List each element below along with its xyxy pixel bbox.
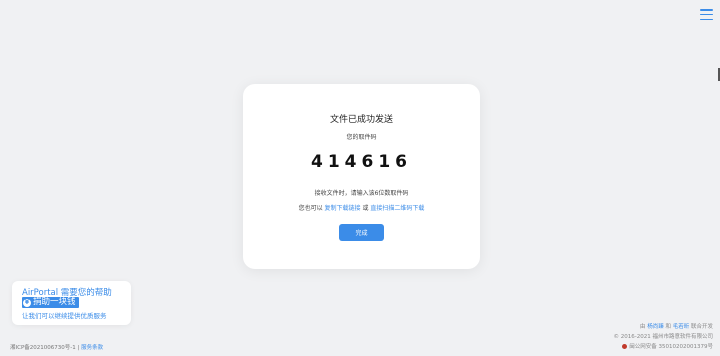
donate-label: 捐助一块钱 — [33, 297, 76, 307]
donate-button[interactable]: ¥ 捐助一块钱 — [22, 297, 79, 308]
author-link-2[interactable]: 毛若昕 — [673, 324, 690, 330]
author-link-1[interactable]: 杨尚臻 — [647, 324, 664, 330]
copy-download-link[interactable]: 复制下载链接 — [325, 205, 361, 212]
police-badge-icon — [622, 344, 628, 349]
footer-right: 由 杨尚臻 和 毛若昕 联合开发 © 2016-2021 福州市路意软件有限公司… — [614, 322, 713, 352]
menu-bar — [700, 18, 713, 20]
footer-separator: | — [77, 345, 80, 351]
code-hint: 接收文件时，请输入该6位数取件码 — [314, 190, 409, 197]
card-title: 文件已成功发送 — [329, 115, 393, 125]
menu-bar — [700, 13, 713, 16]
links-prefix: 您也可以 — [298, 205, 323, 212]
qr-download-link[interactable]: 直接扫描二维码下载 — [370, 205, 424, 212]
credits-joint: 联合开发 — [690, 324, 713, 330]
icp-number: 湘ICP备2021006730号-1 — [10, 345, 76, 351]
police-record: 闽公网安备 35010202001379号 — [614, 342, 713, 352]
donation-banner: AirPortal 需要您的帮助 ¥ 捐助一块钱 让我们可以继续提供优质服务 — [12, 281, 131, 325]
or-text: 或 — [362, 205, 369, 212]
terms-link[interactable]: 服务条款 — [81, 345, 103, 351]
menu-bar — [700, 9, 713, 11]
pickup-code: 414616 — [311, 152, 412, 172]
download-options: 您也可以 复制下载链接 或 直接扫描二维码下载 — [243, 203, 480, 212]
send-success-card: 文件已成功发送 您的取件码 414616 接收文件时，请输入该6位数取件码 您也… — [243, 84, 480, 269]
help-subtitle: 让我们可以继续提供优质服务 — [22, 312, 107, 320]
credits-and: 和 — [665, 324, 671, 330]
yen-coin-icon: ¥ — [23, 298, 31, 307]
hamburger-menu-icon[interactable] — [700, 9, 713, 20]
footer-left: 湘ICP备2021006730号-1 | 服务条款 — [10, 343, 103, 351]
police-text: 闽公网安备 35010202001379号 — [629, 344, 713, 350]
copyright: © 2016-2021 福州市路意软件有限公司 — [613, 334, 713, 340]
credits-by: 由 — [639, 324, 646, 330]
credits-line: 由 杨尚臻 和 毛若昕 联合开发 — [614, 322, 713, 332]
done-button[interactable]: 完成 — [339, 224, 384, 241]
code-label: 您的取件码 — [346, 134, 377, 141]
